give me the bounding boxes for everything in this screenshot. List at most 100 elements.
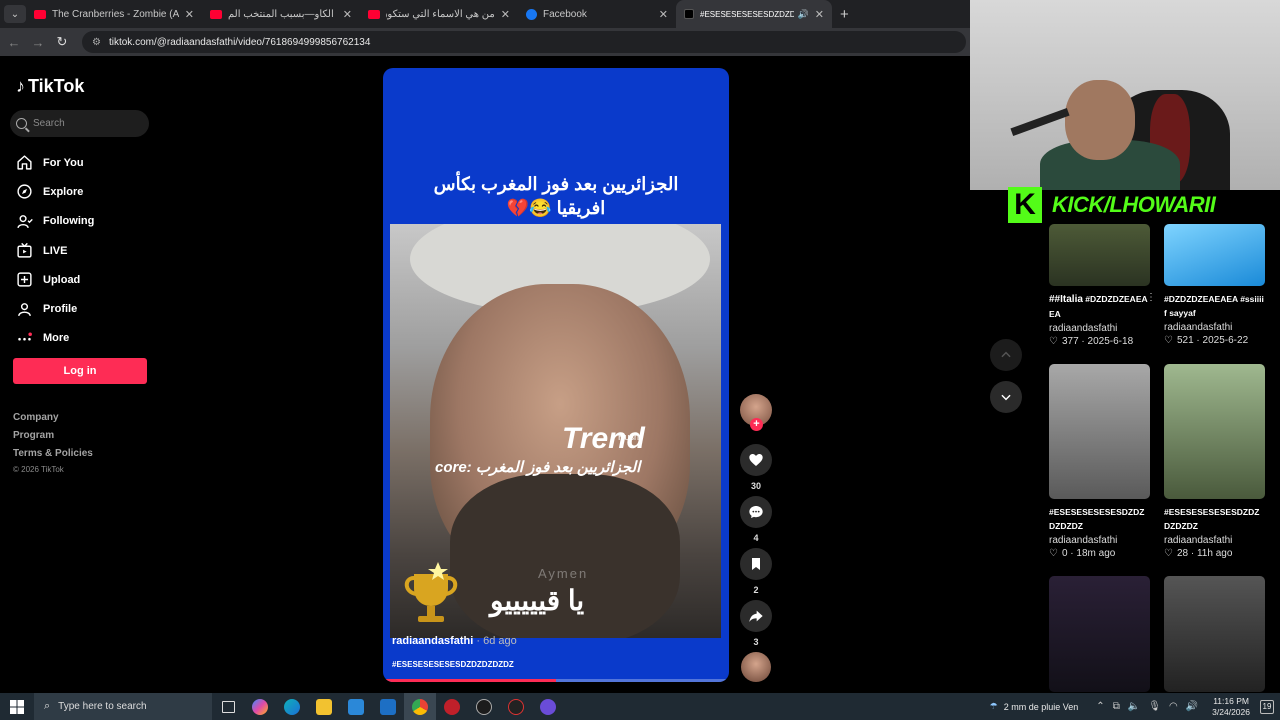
card-user[interactable]: radiaandasfathi xyxy=(1164,535,1265,546)
store-icon[interactable] xyxy=(340,693,372,720)
video-thumbnail[interactable] xyxy=(1164,224,1265,286)
4k-app-icon[interactable] xyxy=(468,693,500,720)
close-tab-icon[interactable]: ✕ xyxy=(185,8,194,21)
back-icon[interactable]: ← xyxy=(2,35,26,50)
footer-link-terms[interactable]: Terms & Policies xyxy=(13,448,93,466)
video-author-name[interactable]: radiaandasfathi xyxy=(392,635,473,647)
next-video-button[interactable] xyxy=(990,381,1022,413)
notifications-icon[interactable]: 19 xyxy=(1260,699,1274,714)
taskbar-search-placeholder: Type here to search xyxy=(58,701,147,712)
site-info-icon[interactable]: ⚙ xyxy=(92,37,101,48)
taskbar-clock[interactable]: 11:16 PM 3/24/2026 xyxy=(1212,696,1250,718)
browser-tab[interactable]: صدمة الكاو—بسبب المنتخب الم ✕ xyxy=(202,0,360,28)
tiktok-logo[interactable]: ♪ TikTok xyxy=(16,76,84,97)
wifi-icon[interactable]: ◠ xyxy=(1169,701,1178,712)
tab-title: Facebook xyxy=(543,8,587,20)
taskbar-search[interactable]: ⌕ Type here to search xyxy=(34,693,212,720)
save-button[interactable] xyxy=(740,548,772,580)
file-explorer-icon[interactable] xyxy=(308,693,340,720)
previous-video-button[interactable] xyxy=(990,339,1022,371)
footer-link-program[interactable]: Program xyxy=(13,430,93,448)
grid-video-card[interactable] xyxy=(1164,576,1265,692)
grid-video-card[interactable]: #DZDZDZEAEAEA #ssiiiif sayyaf radiaandas… xyxy=(1164,224,1265,346)
network-icon[interactable]: ⧉ xyxy=(1113,701,1120,712)
microphone-icon[interactable]: 🎙 xyxy=(1148,701,1161,712)
video-thumbnail[interactable] xyxy=(1049,224,1150,286)
share-button[interactable] xyxy=(740,600,772,632)
sidebar-item-profile[interactable]: Profile xyxy=(14,294,94,323)
app-dark-icon[interactable] xyxy=(500,693,532,720)
browser-tab[interactable]: Facebook ✕ xyxy=(518,0,676,28)
app-red-icon[interactable] xyxy=(436,693,468,720)
chevron-down-icon xyxy=(1001,394,1011,401)
share-count: 3 xyxy=(753,637,759,647)
browser-tab[interactable]: The Cranberries - Zombie (Alt. ✕ xyxy=(26,0,202,28)
sidebar-item-more[interactable]: More xyxy=(14,324,94,353)
close-tab-icon[interactable]: ✕ xyxy=(815,8,824,21)
card-likes: 28 xyxy=(1176,548,1189,559)
video-thumbnail[interactable] xyxy=(1049,364,1150,499)
card-user[interactable]: radiaandasfathi xyxy=(1164,322,1265,333)
video-actions: + 30 4 2 3 xyxy=(738,394,774,682)
video-progress-bar[interactable] xyxy=(383,679,729,682)
task-view-icon[interactable] xyxy=(212,693,244,720)
like-button[interactable] xyxy=(740,444,772,476)
browser-tab[interactable]: من هي الاسماء التي ستكون في ✕ xyxy=(360,0,518,28)
video-watermark: Aymen xyxy=(538,566,589,581)
clock-date: 3/24/2026 xyxy=(1212,706,1250,717)
search-box[interactable] xyxy=(10,110,149,137)
tiktok-note-icon: ♪ xyxy=(16,76,25,96)
video-hashtag[interactable]: #ESESESESESESDZDZDZDZDZ xyxy=(392,660,514,669)
sidebar-item-live[interactable]: LIVE xyxy=(14,236,94,265)
video-player[interactable]: الجزائريين بعد فوز المغرب بكأس افريقيا 😂… xyxy=(383,68,729,682)
video-thumbnail[interactable] xyxy=(1164,576,1265,692)
card-title: #DZDZDZEAEAEA #ssiiiif sayyaf xyxy=(1164,294,1264,318)
speaker-icon[interactable]: 🔊 xyxy=(798,9,809,20)
speaker-icon[interactable]: 🔊 xyxy=(1186,701,1198,712)
grid-video-card[interactable]: ##Italia #DZDZDZEAEAEA radiaandasfathi ♡… xyxy=(1049,224,1156,347)
sidebar-item-following[interactable]: Following xyxy=(14,207,94,236)
video-thumbnail[interactable] xyxy=(1049,576,1150,692)
new-tab-button[interactable]: + xyxy=(840,6,849,23)
close-tab-icon[interactable]: ✕ xyxy=(343,8,352,21)
kick-banner: K KICK/LHOWARII xyxy=(1008,186,1270,224)
footer-link-company[interactable]: Company xyxy=(13,412,93,430)
url-field[interactable]: ⚙ tiktok.com/@radiaandasfathi/video/7618… xyxy=(82,31,966,53)
video-headline-line1: الجزائريين بعد فوز المغرب بكأس xyxy=(433,174,679,194)
url-text: tiktok.com/@radiaandasfathi/video/761869… xyxy=(108,36,371,48)
card-user[interactable]: radiaandasfathi xyxy=(1049,323,1150,334)
comment-button[interactable] xyxy=(740,496,772,528)
volume-icon[interactable]: 🔈 xyxy=(1128,701,1140,712)
forward-icon[interactable]: → xyxy=(26,35,50,50)
search-input[interactable] xyxy=(33,118,133,129)
grid-video-card[interactable] xyxy=(1049,576,1150,692)
edge-icon[interactable] xyxy=(276,693,308,720)
sidebar-item-explore[interactable]: Explore xyxy=(14,177,94,206)
reload-icon[interactable]: ↻ xyxy=(50,34,74,50)
outlook-icon[interactable] xyxy=(372,693,404,720)
sidebar-item-upload[interactable]: Upload xyxy=(14,265,94,294)
close-tab-icon[interactable]: ✕ xyxy=(501,8,510,21)
more-options-icon[interactable]: ⋮ xyxy=(1146,292,1156,303)
card-meta: ♡ 521 · 2025-6-22 xyxy=(1164,335,1265,346)
chrome-icon[interactable] xyxy=(404,693,436,720)
browser-tab-active[interactable]: #ESESESESESESDZDZDZDZ | T 🔊 ✕ xyxy=(676,0,832,28)
sidebar-item-for-you[interactable]: For You xyxy=(14,148,94,177)
close-tab-icon[interactable]: ✕ xyxy=(659,8,668,21)
kick-logo-icon: K xyxy=(1008,187,1042,223)
video-thumbnail[interactable] xyxy=(1164,364,1265,499)
weather-widget[interactable]: ☂ 2 mm de pluie Ven xyxy=(990,701,1079,712)
tab-search-menu-button[interactable]: ⌄ xyxy=(4,5,26,23)
grid-video-card[interactable]: #ESESESESESESDZDZDZDZDZ radiaandasfathi … xyxy=(1049,364,1150,559)
creator-avatar[interactable]: + xyxy=(740,394,772,431)
copilot-icon[interactable] xyxy=(244,693,276,720)
follow-plus-icon[interactable]: + xyxy=(750,418,763,431)
tray-chevron-up-icon[interactable]: ⌃ xyxy=(1096,701,1104,712)
app-purple-icon[interactable] xyxy=(532,693,564,720)
video-author[interactable]: radiaandasfathi · 6d ago xyxy=(392,635,517,647)
grid-video-card[interactable]: #ESESESESESESDZDZDZDZDZ radiaandasfathi … xyxy=(1164,364,1265,559)
login-button[interactable]: Log in xyxy=(13,358,147,384)
windows-start-button[interactable] xyxy=(0,693,34,720)
card-user[interactable]: radiaandasfathi xyxy=(1049,535,1150,546)
sound-avatar[interactable] xyxy=(741,652,771,682)
